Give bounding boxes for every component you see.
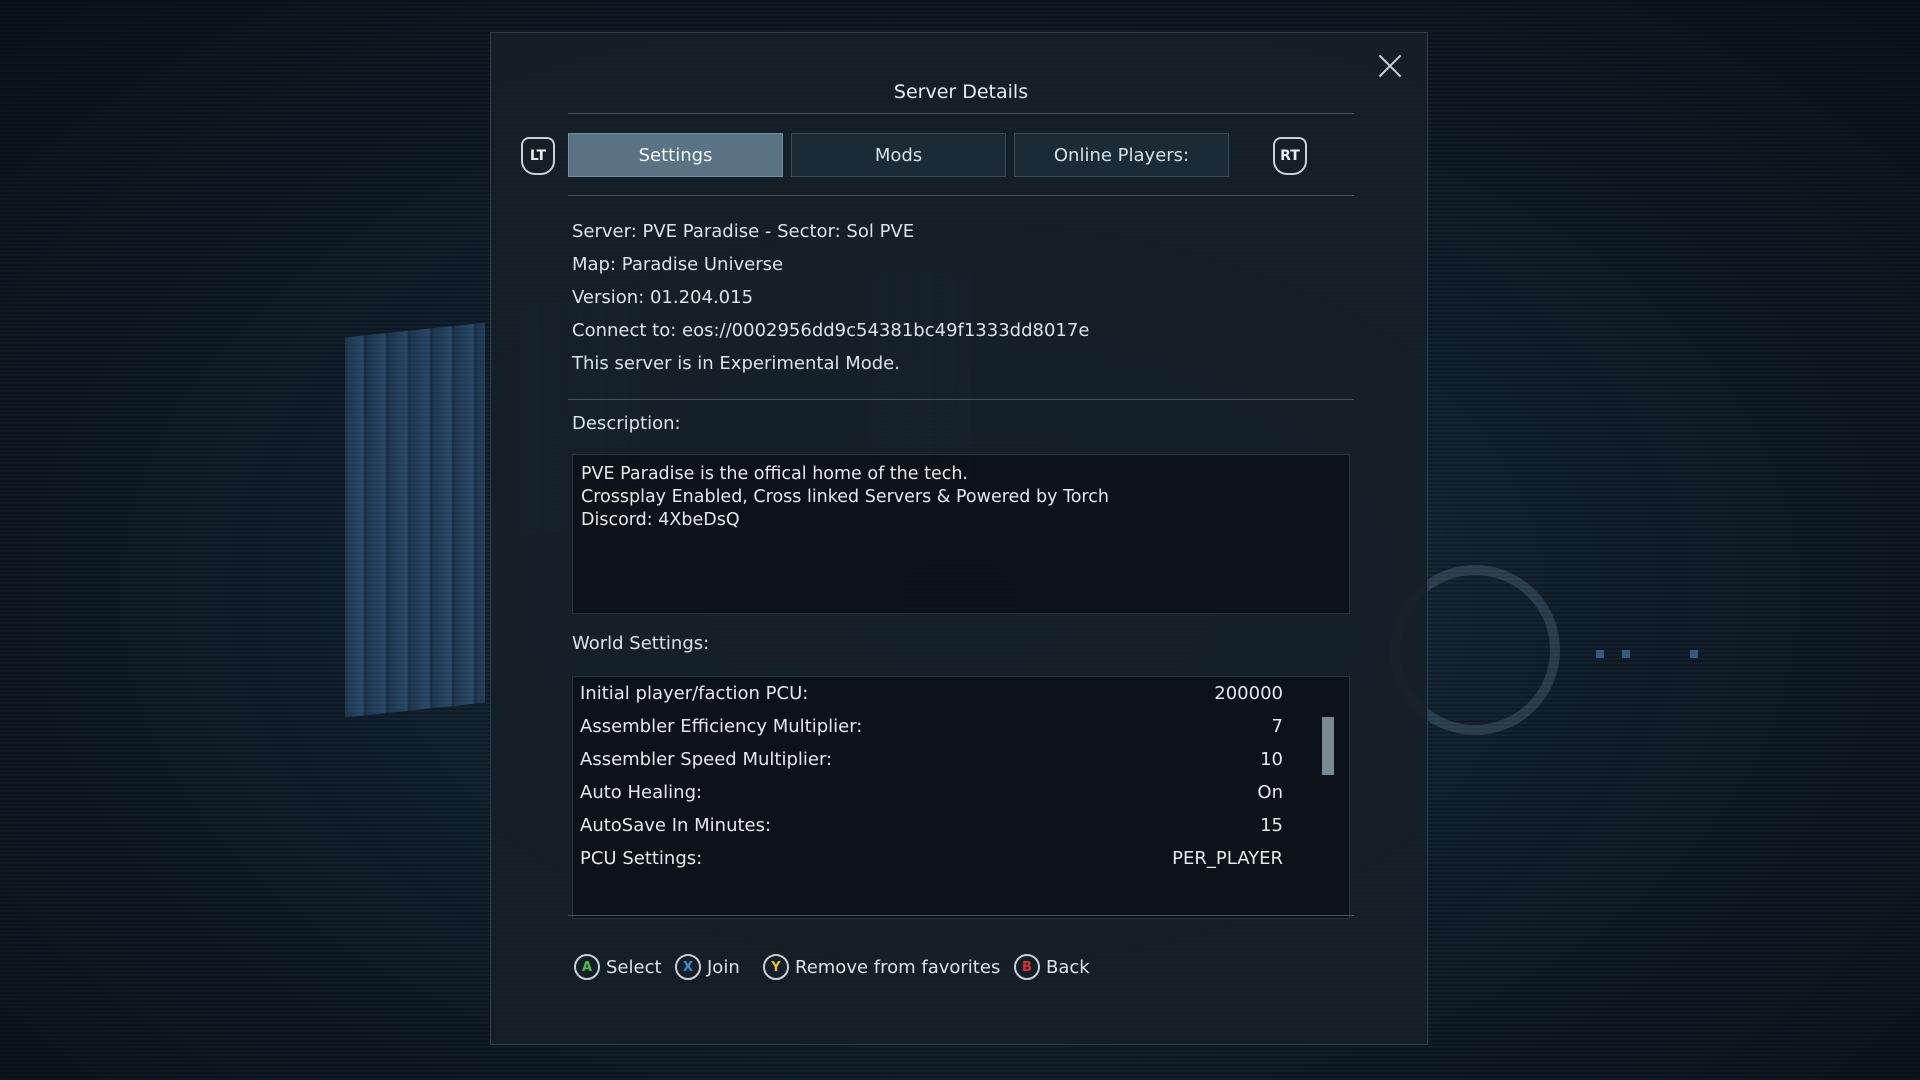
setting-value: 200000	[1214, 683, 1283, 704]
back-label: Back	[1046, 956, 1090, 978]
back-hint[interactable]: B Back	[1014, 954, 1090, 980]
setting-name: Assembler Efficiency Multiplier:	[580, 716, 863, 737]
remove-favorites-hint[interactable]: Y Remove from favorites	[763, 954, 1000, 980]
scrollbar-thumb[interactable]	[1322, 717, 1334, 775]
background-solar-panel	[345, 322, 485, 718]
description-line: Crossplay Enabled, Cross linked Servers …	[581, 487, 1109, 507]
setting-name: Auto Healing:	[580, 782, 703, 803]
setting-value: 10	[1260, 749, 1283, 770]
dialog-title: Server Details	[893, 81, 1029, 103]
setting-value: 15	[1260, 815, 1283, 836]
tab-settings[interactable]: Settings	[568, 133, 783, 177]
footer-divider	[568, 915, 1354, 916]
x-button-icon: X	[675, 954, 701, 980]
setting-row: Assembler Speed Multiplier: 10	[580, 743, 1283, 776]
description-line: PVE Paradise is the offical home of the …	[581, 464, 968, 484]
setting-row: PCU Settings: PER_PLAYER	[580, 842, 1283, 875]
map-name: Map: Paradise Universe	[572, 254, 784, 275]
lt-bumper-icon[interactable]: LT	[521, 137, 555, 175]
description-box: PVE Paradise is the offical home of the …	[572, 454, 1350, 614]
world-settings-list[interactable]: Initial player/faction PCU: 200000 Assem…	[572, 676, 1350, 919]
close-icon[interactable]	[1373, 49, 1407, 83]
y-button-icon: Y	[763, 954, 789, 980]
setting-value: PER_PLAYER	[1172, 848, 1283, 869]
remove-favorites-label: Remove from favorites	[795, 956, 1001, 978]
connect-address: Connect to: eos://0002956dd9c54381bc49f1…	[572, 320, 1090, 341]
join-label: Join	[707, 956, 740, 978]
setting-name: Initial player/faction PCU:	[580, 683, 809, 704]
tab-divider	[568, 195, 1354, 196]
title-divider	[568, 113, 1354, 114]
server-info: Server: PVE Paradise - Sector: Sol PVE M…	[572, 215, 1089, 380]
description-label: Description:	[572, 413, 681, 434]
experimental-mode-notice: This server is in Experimental Mode.	[572, 353, 900, 374]
tab-mods[interactable]: Mods	[791, 133, 1006, 177]
setting-value: 7	[1271, 716, 1283, 737]
server-details-dialog: Server Details LT Settings Mods Online P…	[490, 32, 1428, 1045]
background-light	[1690, 650, 1698, 658]
server-version: Version: 01.204.015	[572, 287, 754, 308]
background-light	[1622, 650, 1630, 658]
setting-row: Assembler Efficiency Multiplier: 7	[580, 710, 1283, 743]
setting-value: On	[1257, 782, 1283, 803]
b-button-icon: B	[1014, 954, 1040, 980]
background-light	[1596, 650, 1604, 658]
tab-online-players[interactable]: Online Players:	[1014, 133, 1229, 177]
info-divider	[568, 399, 1354, 400]
tab-bar: LT Settings Mods Online Players: RT	[521, 133, 1401, 181]
select-hint[interactable]: A Select	[574, 954, 662, 980]
rt-bumper-icon[interactable]: RT	[1273, 137, 1307, 175]
setting-row: Initial player/faction PCU: 200000	[580, 677, 1283, 710]
setting-name: PCU Settings:	[580, 848, 703, 869]
a-button-icon: A	[574, 954, 600, 980]
setting-row: AutoSave In Minutes: 15	[580, 809, 1283, 842]
join-hint[interactable]: X Join	[675, 954, 740, 980]
setting-name: AutoSave In Minutes:	[580, 815, 772, 836]
select-label: Select	[606, 956, 662, 978]
setting-name: Assembler Speed Multiplier:	[580, 749, 833, 770]
setting-row: Auto Healing: On	[580, 776, 1283, 809]
server-name: Server: PVE Paradise - Sector: Sol PVE	[572, 221, 915, 242]
world-settings-label: World Settings:	[572, 633, 710, 654]
description-line: Discord: 4XbeDsQ	[581, 510, 740, 530]
